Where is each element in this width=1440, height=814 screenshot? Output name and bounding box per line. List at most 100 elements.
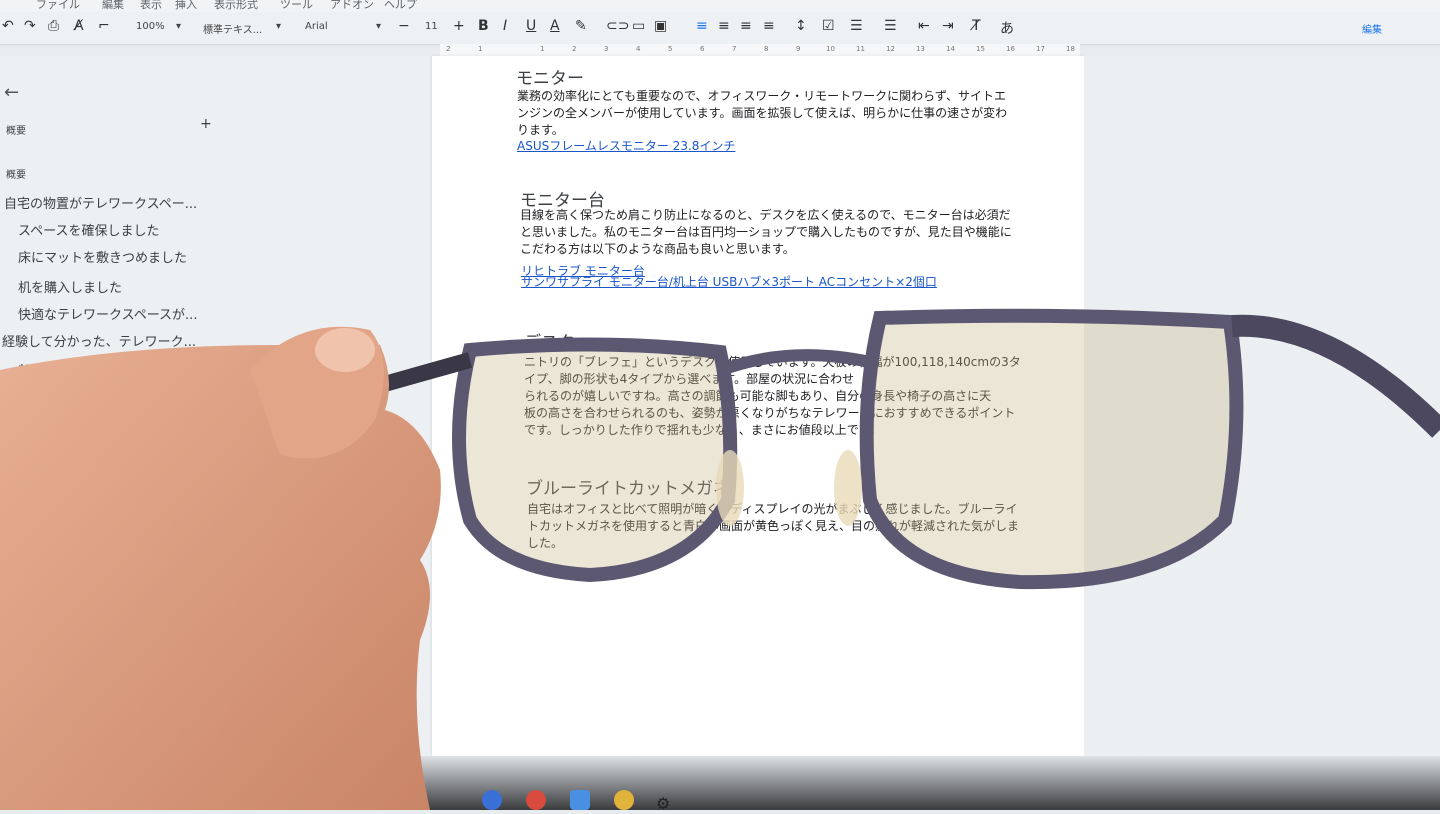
ruler-tick: 9 — [796, 45, 801, 53]
align-center-icon[interactable]: ≡ — [718, 18, 730, 34]
align-right-icon[interactable]: ≡ — [740, 18, 752, 34]
section-heading: モニター — [516, 69, 584, 89]
paragraph-line: した。 — [527, 536, 564, 550]
paint-format-icon[interactable]: ⌐ — [98, 18, 110, 34]
chevron-down-icon: ▾ — [176, 21, 182, 32]
menu-bar: ファイル 編集 表示 挿入 表示形式 ツール アドオン ヘルプ — [0, 0, 1440, 12]
paragraph-line: です。しっかりした作りで揺れも少なく、まさにお値段以上です。 — [524, 423, 882, 437]
outline-item[interactable]: 部... — [18, 360, 43, 379]
menu-item[interactable]: ツール — [280, 0, 313, 12]
ruler-tick: 7 — [732, 45, 737, 53]
align-left-icon[interactable]: ≡ — [696, 18, 708, 34]
font-size-field[interactable]: 11 — [425, 21, 438, 32]
increase-indent-icon[interactable]: ⇥ — [942, 18, 954, 34]
app-icon[interactable] — [570, 790, 590, 810]
align-justify-icon[interactable]: ≡ — [763, 18, 775, 34]
minus-icon[interactable]: − — [398, 18, 410, 34]
ruler-tick: 16 — [1006, 45, 1015, 53]
line-spacing-icon[interactable]: ↕ — [795, 18, 807, 34]
chrome-icon[interactable] — [614, 790, 634, 810]
bold-icon[interactable]: B — [478, 18, 489, 34]
paragraph-line: 業務の効率化にとても重要なので、オフィスワーク・リモートワークに関わらず、サイト… — [517, 89, 1007, 103]
style-select[interactable]: 標準テキス... — [203, 21, 262, 36]
paragraph-line: 目線を高く保つため肩こり防止になるのと、デスクを広く使えるので、モニター台は必須… — [520, 208, 1011, 222]
ruler-tick: 10 — [826, 45, 835, 53]
image-icon[interactable]: ▣ — [654, 18, 667, 34]
outline-item[interactable]: 快適なテレワークスペースが... — [18, 304, 197, 323]
chevron-down-icon: ▾ — [276, 21, 282, 32]
paragraph-line: 板の高さを合わせられるのも、姿勢が悪くなりがちなテレワークにおすすめできるポイン… — [524, 406, 1016, 420]
section-heading: デスク — [524, 333, 575, 353]
menu-item[interactable]: 表示形式 — [214, 0, 258, 12]
comment-icon[interactable]: ▭ — [632, 18, 645, 34]
numbered-list-icon[interactable]: ☰ — [884, 18, 897, 34]
paragraph-line: イプ、脚の形状も4タイプから選べます。部屋の状況に合わせ — [524, 372, 855, 386]
back-arrow-icon[interactable]: ← — [4, 82, 19, 103]
outline-item[interactable]: 机を購入しました — [18, 277, 122, 296]
menu-item[interactable]: アドオン — [330, 0, 374, 12]
ruler-tick: 5 — [668, 45, 673, 53]
menu-item[interactable]: 挿入 — [175, 0, 197, 12]
app-icon[interactable] — [482, 790, 502, 810]
outline-item[interactable]: 自宅の物置がテレワークスペー... — [4, 193, 197, 212]
document-outline: ← 概要 + 概要 自宅の物置がテレワークスペー... スペースを確保しました … — [0, 56, 430, 756]
toolbar: ↶ ↷ ⎙ A̸ ⌐ 100% ▾ 標準テキス... ▾ Arial ▾ − 1… — [0, 12, 1440, 45]
right-margin — [1084, 56, 1440, 756]
link-icon[interactable]: ⊂⊃ — [606, 18, 629, 34]
bulleted-list-icon[interactable]: ☰ — [850, 18, 863, 34]
text-color-icon[interactable]: A — [550, 18, 560, 34]
ruler-tick: 15 — [976, 45, 985, 53]
zoom-select[interactable]: 100% — [136, 21, 165, 32]
ruler-tick: 14 — [946, 45, 955, 53]
document-page[interactable]: モニター 業務の効率化にとても重要なので、オフィスワーク・リモートワークに関わら… — [432, 56, 1084, 756]
paragraph-line: こだわる方は以下のような商品も良いと思います。 — [520, 242, 795, 256]
highlight-icon[interactable]: ✎ — [575, 18, 587, 34]
print-icon[interactable]: ⎙ — [48, 18, 59, 34]
summary-label: 概要 — [6, 126, 26, 137]
app-icon[interactable] — [526, 790, 546, 810]
font-select[interactable]: Arial — [305, 21, 328, 32]
clear-formatting-icon[interactable]: T̸ — [972, 18, 981, 34]
spellcheck-icon[interactable]: A̸ — [74, 18, 84, 34]
paragraph-line: と思いました。私のモニター台は百円均一ショップで購入したものですが、見た目や機能… — [520, 225, 1012, 239]
paragraph-line: ンジンの全メンバーが使用しています。画面を拡張して使えば、明らかに仕事の速さが変… — [517, 106, 1008, 120]
menu-item[interactable]: 表示 — [140, 0, 162, 12]
outline-item[interactable]: スペースを確保しました — [18, 220, 159, 239]
product-link[interactable]: サンワサプライ モニター台/机上台 USBハブ×3ポート ACコンセント×2個口 — [521, 273, 937, 290]
ruler-tick: 12 — [886, 45, 895, 53]
paragraph-line: トカットメガネを使用すると青白い画面が黄色っぽく見え、目の疲れが軽減された気がし… — [527, 519, 1020, 533]
menu-item[interactable]: ファイル — [36, 0, 80, 12]
checklist-icon[interactable]: ☑ — [822, 18, 835, 34]
ruler-tick: 11 — [856, 45, 865, 53]
ruler-tick: 1 — [478, 45, 483, 53]
paragraph-line: られるのが嬉しいですね。高さの調節も可能な脚もあり、自分の身長や椅子の高さに天 — [524, 389, 992, 403]
settings-icon[interactable]: ⚙ — [656, 794, 676, 814]
ruler-tick: 3 — [604, 45, 609, 53]
undo-icon[interactable]: ↶ — [2, 18, 14, 34]
ruler-tick: 17 — [1036, 45, 1045, 53]
menu-item[interactable]: ヘルプ — [384, 0, 417, 12]
decrease-indent-icon[interactable]: ⇤ — [918, 18, 930, 34]
ruler-tick: 2 — [572, 45, 577, 53]
ruler[interactable]: 2 1 1 2 3 4 5 6 7 8 9 10 11 12 13 14 15 … — [440, 44, 1080, 56]
ruler-tick: 4 — [636, 45, 641, 53]
ruler-tick: 8 — [764, 45, 769, 53]
edit-mode-button[interactable]: 編集 — [1362, 21, 1382, 36]
chevron-down-icon: ▾ — [376, 21, 382, 32]
outline-item[interactable]: 経験して分かった、テレワーク... — [2, 331, 196, 350]
underline-icon[interactable]: U — [526, 18, 536, 34]
taskbar: ⚙ — [0, 756, 1440, 813]
redo-icon[interactable]: ↷ — [24, 18, 36, 34]
ruler-tick: 18 — [1066, 45, 1075, 53]
plus-icon[interactable]: + — [453, 18, 465, 34]
italic-icon[interactable]: I — [503, 18, 507, 34]
ruler-tick: 6 — [700, 45, 705, 53]
add-summary-icon[interactable]: + — [200, 116, 212, 132]
ruler-tick: 1 — [540, 45, 545, 53]
paragraph-line: 自宅はオフィスと比べて照明が暗く、ディスプレイの光がまぶしく感じました。ブルーラ… — [527, 502, 1018, 516]
input-mode-button[interactable]: あ — [1000, 18, 1014, 38]
paragraph-line: ニトリの「ブレフェ」というデスクを使用しています。天板の横幅が100,118,1… — [524, 355, 1021, 369]
menu-item[interactable]: 編集 — [102, 0, 124, 12]
outline-item[interactable]: 床にマットを敷きつめました — [18, 247, 187, 266]
product-link[interactable]: ASUSフレームレスモニター 23.8インチ — [517, 137, 735, 154]
